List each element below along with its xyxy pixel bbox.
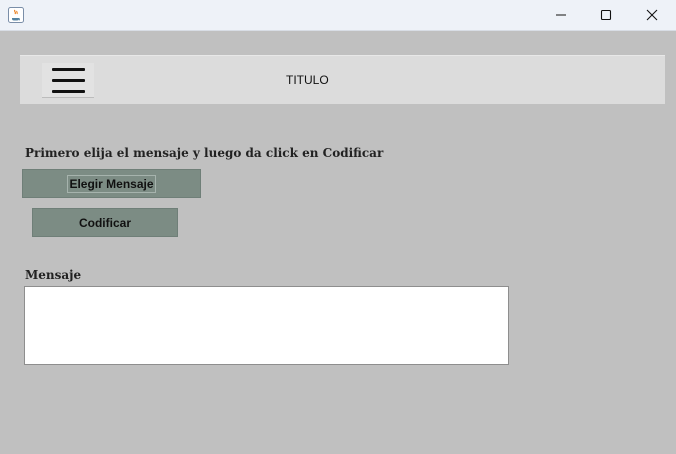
java-icon — [8, 7, 24, 23]
message-label: Mensaje — [25, 268, 82, 282]
minimize-button[interactable] — [538, 0, 584, 30]
window-titlebar — [0, 0, 676, 31]
encode-button[interactable]: Codificar — [32, 208, 178, 237]
close-button[interactable] — [629, 0, 675, 30]
header-title: TITULO — [286, 73, 329, 87]
encode-label: Codificar — [78, 215, 131, 230]
header-panel: TITULO — [20, 55, 665, 104]
instruction-text: Primero elija el mensaje y luego da clic… — [25, 146, 384, 160]
hamburger-menu-icon — [51, 67, 85, 71]
maximize-button[interactable] — [583, 0, 629, 30]
minimize-icon — [556, 14, 566, 16]
close-icon — [646, 9, 658, 21]
maximize-icon — [600, 9, 612, 21]
message-textarea[interactable] — [24, 286, 509, 365]
choose-message-button[interactable]: Elegir Mensaje — [22, 169, 201, 198]
hamburger-menu-button[interactable] — [42, 63, 94, 98]
choose-message-label: Elegir Mensaje — [67, 174, 156, 193]
